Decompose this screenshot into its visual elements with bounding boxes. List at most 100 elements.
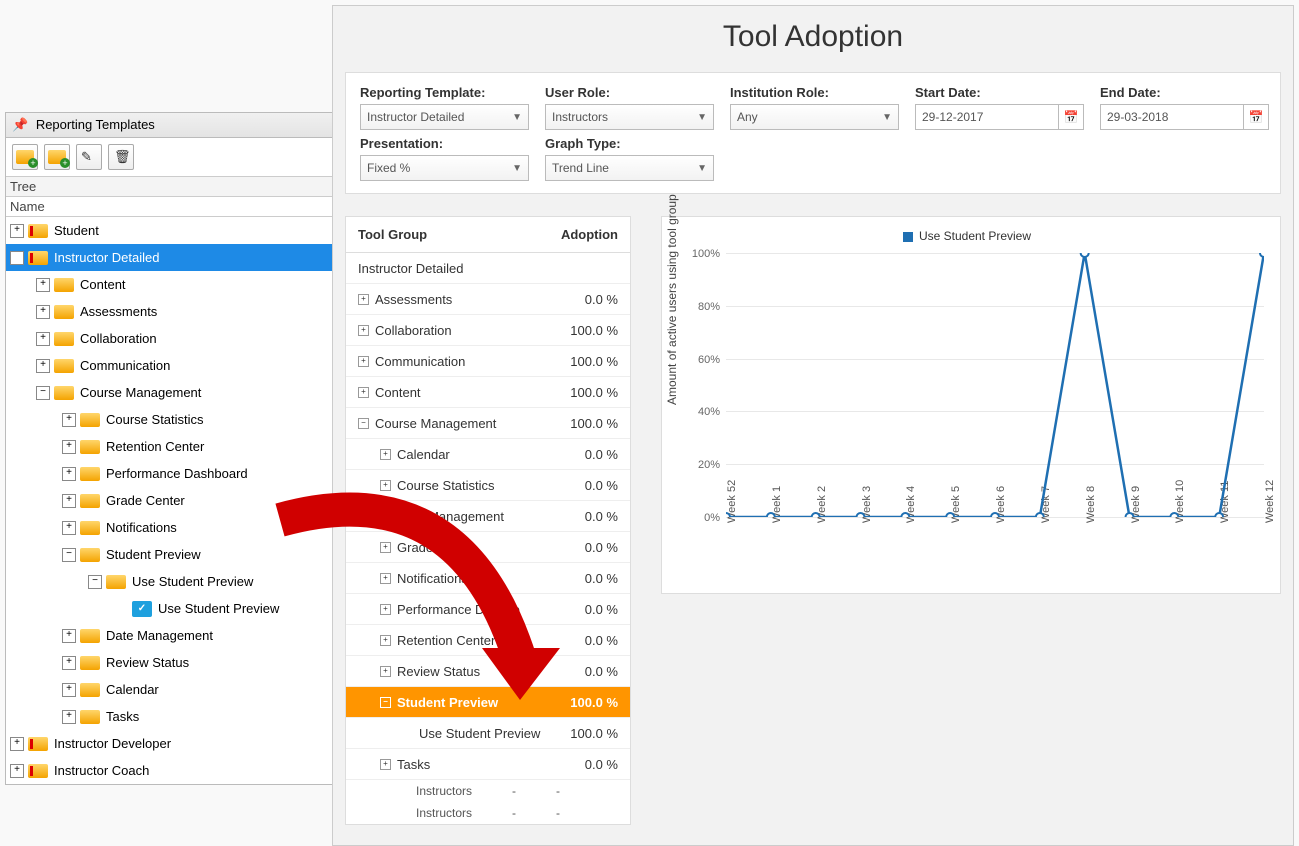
filter-label: Presentation: [360,136,545,151]
tree-node[interactable]: +Notifications [6,514,332,541]
row-value: 0.0 % [585,292,618,307]
table-row[interactable]: +Review Status0.0 % [346,656,630,687]
start-date-input[interactable]: 29-12-2017📅 [915,104,1084,130]
folder-icon [80,629,100,643]
expand-toggle[interactable]: + [10,737,24,751]
row-value: 0.0 % [585,633,618,648]
row-expander[interactable]: + [380,666,391,677]
edit-button[interactable]: ✎ [76,144,102,170]
tree-node-label: Assessments [80,304,157,319]
expand-toggle[interactable]: + [62,710,76,724]
table-row[interactable]: +Grade Center0.0 % [346,532,630,563]
row-expander[interactable]: + [380,604,391,615]
expand-toggle[interactable]: − [36,386,50,400]
expand-toggle[interactable]: + [62,683,76,697]
tree-node[interactable]: +Date Management [6,622,332,649]
tree-node[interactable]: +Student [6,217,332,244]
table-row[interactable]: +Retention Center0.0 % [346,625,630,656]
expand-toggle[interactable]: − [88,575,102,589]
tree-node[interactable]: ✓Use Student Preview [6,595,332,622]
end-date-input[interactable]: 29-03-2018📅 [1100,104,1269,130]
tree-node[interactable]: +Tasks [6,703,332,730]
expand-toggle[interactable]: + [36,305,50,319]
folder-plus-icon [16,150,34,164]
expand-toggle[interactable]: + [62,467,76,481]
presentation-select[interactable]: Fixed %▼ [360,155,529,181]
graph-type-select[interactable]: Trend Line▼ [545,155,714,181]
tree-node[interactable]: +Retention Center [6,433,332,460]
row-expander[interactable]: + [358,356,369,367]
row-value: 0.0 % [585,509,618,524]
new-subfolder-button[interactable] [44,144,70,170]
row-expander[interactable]: + [380,759,391,770]
expand-toggle[interactable]: + [62,494,76,508]
table-row[interactable]: +Course Statistics0.0 % [346,470,630,501]
expand-toggle[interactable]: − [62,548,76,562]
table-row[interactable]: +Calendar0.0 % [346,439,630,470]
row-expander[interactable]: − [380,697,391,708]
tree-node[interactable]: +Grade Center [6,487,332,514]
table-row[interactable]: +Collaboration100.0 % [346,315,630,346]
tree-node[interactable]: +Performance Dashboard [6,460,332,487]
tree-node[interactable]: −Course Management [6,379,332,406]
tree-node[interactable]: +Instructor Coach [6,757,332,784]
row-expander[interactable]: + [358,325,369,336]
table-row[interactable]: +Tasks0.0 % [346,749,630,780]
institution-role-select[interactable]: Any▼ [730,104,899,130]
y-tick-label: 20% [698,459,726,471]
expand-toggle[interactable]: + [36,278,50,292]
expand-toggle[interactable]: + [10,224,24,238]
table-row[interactable]: +Date Management0.0 % [346,501,630,532]
row-expander[interactable]: − [358,418,369,429]
expand-toggle[interactable]: + [62,521,76,535]
folder-icon [54,332,74,346]
tree-node[interactable]: +Content [6,271,332,298]
table-row[interactable]: +Notifications0.0 % [346,563,630,594]
tree-node[interactable]: +Review Status [6,649,332,676]
delete-button[interactable]: 🗑 [108,144,134,170]
table-row[interactable]: Use Student Preview100.0 % [346,718,630,749]
table-row[interactable]: +Communication100.0 % [346,346,630,377]
row-expander[interactable]: + [380,573,391,584]
row-expander[interactable]: + [380,542,391,553]
chevron-down-icon: ▼ [697,112,707,123]
table-row[interactable]: +Content100.0 % [346,377,630,408]
tree-node[interactable]: −Student Preview [6,541,332,568]
reporting-template-select[interactable]: Instructor Detailed▼ [360,104,529,130]
row-expander[interactable]: + [380,511,391,522]
col-adoption: Adoption [561,227,618,242]
expand-toggle[interactable]: + [62,413,76,427]
expand-toggle[interactable]: + [10,764,24,778]
expand-toggle[interactable]: + [62,629,76,643]
tree-node[interactable]: + Assessments [6,298,332,325]
expand-toggle[interactable]: − [10,251,24,265]
new-folder-button[interactable] [12,144,38,170]
tree-node[interactable]: +Course Statistics [6,406,332,433]
table-row[interactable]: −Student Preview100.0 % [346,687,630,718]
y-axis-title: Amount of active users using tool group [665,194,679,405]
row-name: Tasks [397,757,430,772]
table-row[interactable]: −Course Management100.0 % [346,408,630,439]
expand-toggle[interactable]: + [36,332,50,346]
tree-node[interactable]: −Instructor Detailed [6,244,332,271]
table-row[interactable]: +Performance Dashbo0.0 % [346,594,630,625]
row-expander[interactable]: + [358,294,369,305]
pin-icon: 📌 [12,117,28,132]
row-expander[interactable]: + [380,480,391,491]
row-expander[interactable]: + [380,635,391,646]
tree-node[interactable]: +Instructor Developer [6,730,332,757]
tree-node[interactable]: +Collaboration [6,325,332,352]
table-row[interactable]: + Assessments 0.0 % [346,284,630,315]
row-expander[interactable]: + [358,387,369,398]
user-role-select[interactable]: Instructors▼ [545,104,714,130]
tree-node[interactable]: −Use Student Preview [6,568,332,595]
row-name: Assessments [375,292,452,307]
tree-node[interactable]: +Calendar [6,676,332,703]
expand-toggle[interactable]: + [62,656,76,670]
filter-label: End Date: [1100,85,1285,100]
expand-toggle[interactable]: + [36,359,50,373]
row-name: Calendar [397,447,450,462]
tree-node[interactable]: +Communication [6,352,332,379]
expand-toggle[interactable]: + [62,440,76,454]
row-expander[interactable]: + [380,449,391,460]
